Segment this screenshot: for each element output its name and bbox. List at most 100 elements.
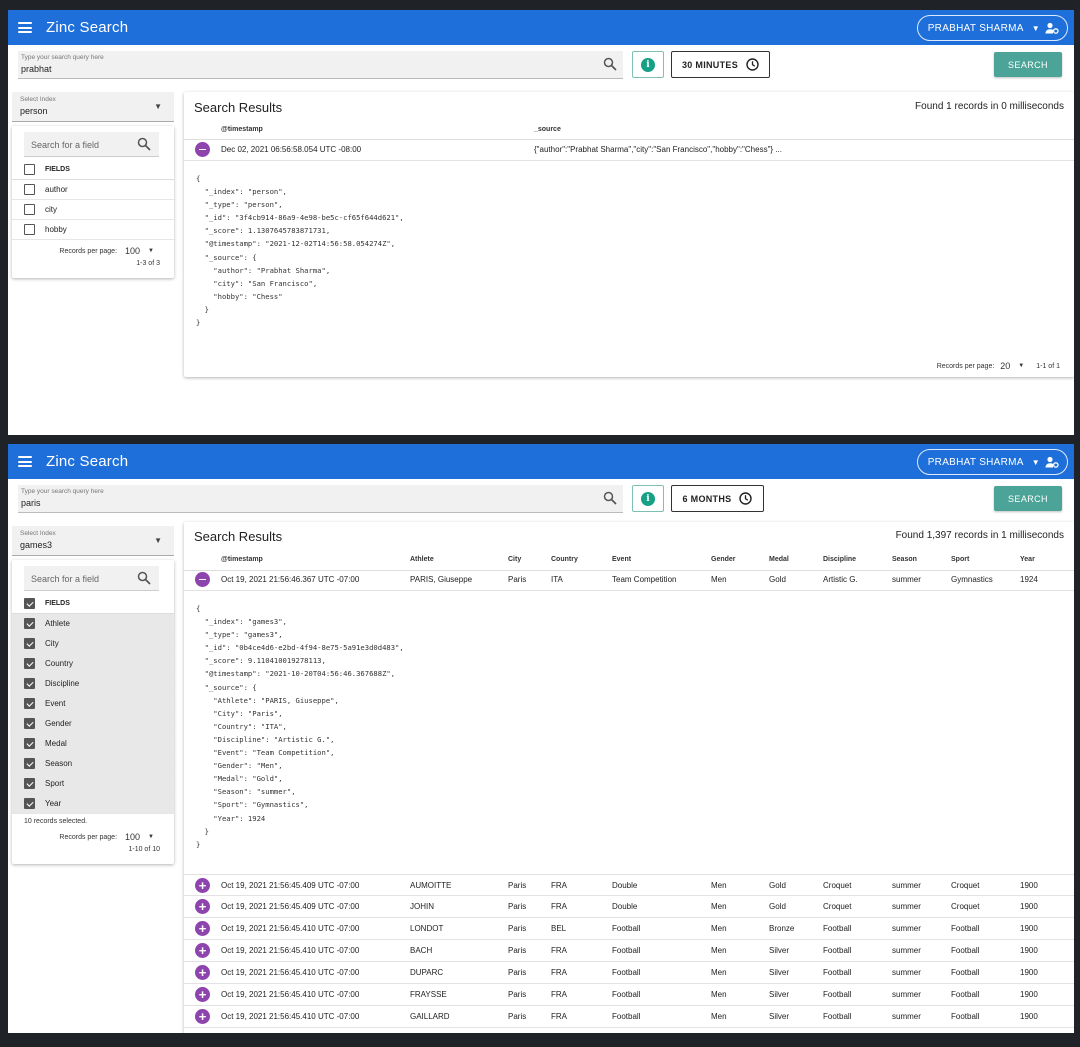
field-checkbox[interactable]	[24, 798, 35, 809]
collapse-row-icon[interactable]	[195, 572, 210, 587]
field-label: Year	[45, 799, 62, 808]
column-header[interactable]: Medal	[769, 556, 789, 563]
table-row[interactable]: + Oct 19, 2021 21:56:45.410 UTC -07:00 BAC…	[184, 940, 1074, 962]
fields-card: Search for a field FIELDS Athlete City C…	[12, 560, 174, 864]
column-header[interactable]: Season	[892, 556, 917, 563]
field-checkbox[interactable]	[24, 778, 35, 789]
field-row-discipline[interactable]: Discipline	[12, 674, 174, 694]
caret-down-icon[interactable]: ▼	[148, 248, 154, 254]
fields-header-row[interactable]: FIELDS	[12, 594, 174, 614]
field-row-city[interactable]: city	[12, 200, 174, 220]
index-select[interactable]: Select Index games3 ▼	[12, 526, 174, 556]
column-header[interactable]: Sport	[951, 556, 969, 563]
table-row[interactable]: + Oct 19, 2021 21:56:45.410 UTC -07:00 LON…	[184, 918, 1074, 940]
column-header[interactable]: City	[508, 556, 521, 563]
table-cell: AUMOITTE	[410, 881, 452, 890]
field-checkbox[interactable]	[24, 658, 35, 669]
column-header[interactable]: Gender	[711, 556, 736, 563]
field-sidebar: Select Index games3 ▼ Search for a field…	[12, 526, 174, 864]
column-header[interactable]: Discipline	[823, 556, 856, 563]
field-row-gender[interactable]: Gender	[12, 714, 174, 734]
column-header[interactable]: _source	[534, 126, 561, 133]
index-select[interactable]: Select Index person ▼	[12, 92, 174, 122]
field-checkbox[interactable]	[24, 204, 35, 215]
field-search-input[interactable]: Search for a field	[24, 132, 159, 157]
table-row[interactable]: + Oct 19, 2021 21:56:45.410 UTC -07:00 GAI…	[184, 1006, 1074, 1028]
field-checkbox[interactable]	[24, 224, 35, 235]
field-checkbox[interactable]	[24, 638, 35, 649]
field-checkbox[interactable]	[24, 678, 35, 689]
query-field[interactable]: Type your search query here	[18, 485, 623, 513]
time-range-button[interactable]: 30 MINUTES	[671, 51, 770, 78]
query-field[interactable]: Type your search query here	[18, 51, 623, 79]
table-cell: Silver	[769, 946, 790, 955]
column-header[interactable]: Year	[1020, 556, 1035, 563]
column-header[interactable]: @timestamp	[221, 556, 263, 563]
query-input[interactable]	[21, 498, 581, 508]
column-header[interactable]: Athlete	[410, 556, 434, 563]
expand-row-icon[interactable]: +	[195, 1009, 210, 1024]
field-search-input[interactable]: Search for a field	[24, 566, 159, 591]
caret-down-icon[interactable]: ▼	[1018, 363, 1024, 369]
table-row[interactable]: + Oct 19, 2021 21:56:45.409 UTC -07:00 AUM…	[184, 874, 1074, 896]
field-row-athlete[interactable]: Athlete	[12, 614, 174, 634]
field-row-country[interactable]: Country	[12, 654, 174, 674]
field-checkbox[interactable]	[24, 738, 35, 749]
field-row-hobby[interactable]: hobby	[12, 220, 174, 240]
info-button[interactable]: i	[632, 485, 664, 512]
table-cell: summer	[892, 968, 921, 977]
user-name: PRABHAT SHARMA	[927, 456, 1024, 468]
menu-icon[interactable]	[18, 456, 32, 467]
rpp-select[interactable]: 100	[125, 246, 140, 256]
search-button[interactable]: SEARCH	[994, 52, 1062, 77]
column-header[interactable]: @timestamp	[221, 126, 263, 133]
select-all-checkbox[interactable]	[24, 164, 35, 175]
search-icon[interactable]	[603, 491, 617, 510]
field-row-year[interactable]: Year	[12, 794, 174, 814]
expand-row-icon[interactable]: +	[195, 878, 210, 893]
time-range-button[interactable]: 6 MONTHS	[671, 485, 764, 512]
field-checkbox[interactable]	[24, 618, 35, 629]
rpp-select[interactable]: 100	[125, 832, 140, 842]
user-menu-button[interactable]: PRABHAT SHARMA ▼	[916, 449, 1068, 475]
expand-row-icon[interactable]: +	[195, 965, 210, 980]
field-label: City	[45, 639, 59, 648]
field-row-medal[interactable]: Medal	[12, 734, 174, 754]
expand-row-icon[interactable]: +	[195, 921, 210, 936]
column-header[interactable]: Event	[612, 556, 631, 563]
fields-header-row[interactable]: FIELDS	[12, 160, 174, 180]
table-cell: Men	[711, 924, 727, 933]
field-checkbox[interactable]	[24, 718, 35, 729]
table-cell: FRA	[551, 990, 567, 999]
field-row-author[interactable]: author	[12, 180, 174, 200]
table-row[interactable]: + Oct 19, 2021 21:56:45.410 UTC -07:00 FRA…	[184, 984, 1074, 1006]
json-line: "Athlete": "PARIS, Giuseppe",	[196, 695, 339, 705]
table-row[interactable]: + Oct 19, 2021 21:56:45.410 UTC -07:00 DUP…	[184, 962, 1074, 984]
search-row: Type your search query here i 6 MONTHS S…	[18, 485, 1074, 515]
table-cell: Bronze	[769, 924, 795, 933]
field-row-season[interactable]: Season	[12, 754, 174, 774]
collapse-row-icon[interactable]	[195, 142, 210, 157]
table-row-expanded[interactable]: Dec 02, 2021 06:56:58.054 UTC -08:00 {"a…	[184, 139, 1074, 161]
expand-row-icon[interactable]: +	[195, 987, 210, 1002]
table-row-expanded[interactable]: Oct 19, 2021 21:56:46.367 UTC -07:00 PARI…	[184, 569, 1074, 591]
query-input[interactable]	[21, 64, 581, 74]
search-button[interactable]: SEARCH	[994, 486, 1062, 511]
expand-row-icon[interactable]: +	[195, 899, 210, 914]
expand-row-icon[interactable]: +	[195, 943, 210, 958]
info-button[interactable]: i	[632, 51, 664, 78]
user-menu-button[interactable]: PRABHAT SHARMA ▼	[916, 15, 1068, 41]
field-checkbox[interactable]	[24, 758, 35, 769]
select-all-checkbox[interactable]	[24, 598, 35, 609]
field-checkbox[interactable]	[24, 184, 35, 195]
menu-icon[interactable]	[18, 22, 32, 33]
column-header[interactable]: Country	[551, 556, 578, 563]
field-row-city[interactable]: City	[12, 634, 174, 654]
field-row-event[interactable]: Event	[12, 694, 174, 714]
field-row-sport[interactable]: Sport	[12, 774, 174, 794]
caret-down-icon[interactable]: ▼	[148, 834, 154, 840]
field-checkbox[interactable]	[24, 698, 35, 709]
rpp-select[interactable]: 20	[1000, 361, 1010, 371]
search-icon[interactable]	[603, 57, 617, 76]
table-row[interactable]: + Oct 19, 2021 21:56:45.409 UTC -07:00 JOH…	[184, 896, 1074, 918]
